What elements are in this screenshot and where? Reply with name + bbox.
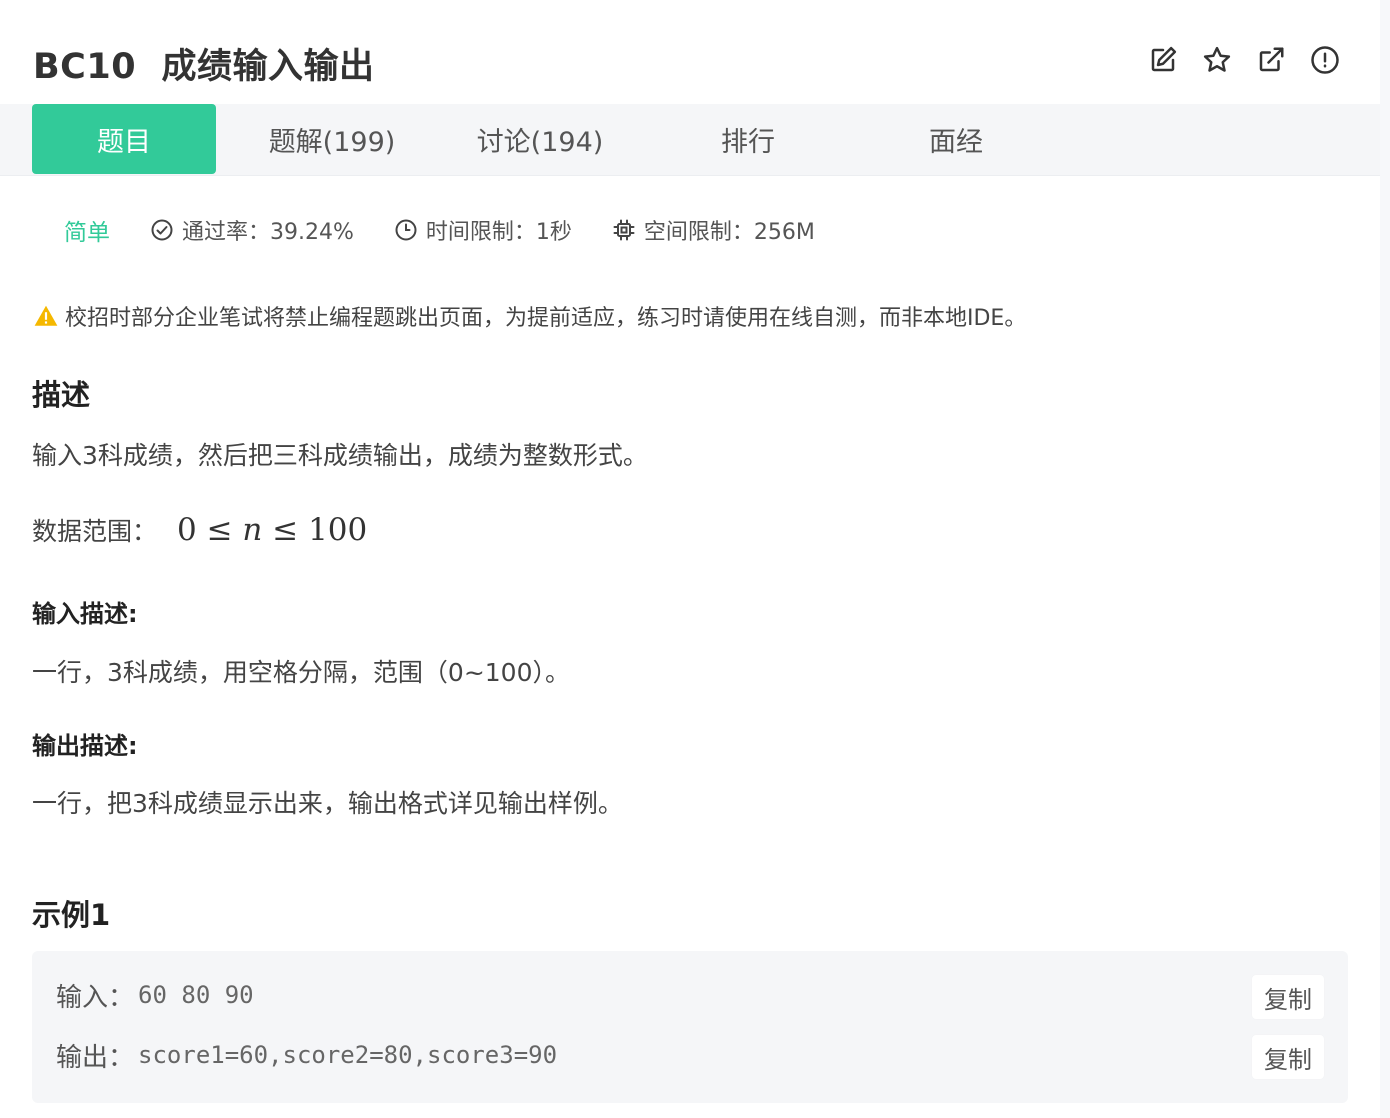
problem-header: BC10 成绩输入输出 [0, 0, 1380, 104]
problem-meta: 简单 通过率：39.24% 时间限制：1秒 空间限制：256M [64, 210, 855, 250]
output-desc-heading: 输出描述: [32, 732, 138, 760]
space-limit: 空间限制：256M [612, 214, 815, 246]
input-desc-text: 一行，3科成绩，用空格分隔，范围（0~100）。 [32, 658, 570, 687]
copy-input-button[interactable]: 复制 [1252, 975, 1324, 1019]
input-desc-heading: 输入描述: [32, 600, 138, 628]
report-icon[interactable] [1310, 42, 1340, 78]
description-text: 输入3科成绩，然后把三科成绩输出，成绩为整数形式。 [32, 441, 648, 470]
star-icon[interactable] [1202, 42, 1232, 78]
notice-text: 校招时部分企业笔试将禁止编程题跳出页面，为提前适应，练习时请使用在线自测，而非本… [65, 306, 1027, 331]
output-desc-text: 一行，把3科成绩显示出来，输出格式详见输出样例。 [32, 789, 623, 818]
example-input-value[interactable]: 60 80 90 [138, 981, 254, 1009]
time-limit-text: 时间限制：1秒 [425, 220, 572, 245]
tab-problem[interactable]: 题目 [32, 104, 216, 174]
notice-banner: 校招时部分企业笔试将禁止编程题跳出页面，为提前适应，练习时请使用在线自测，而非本… [33, 300, 1026, 332]
example-heading: 示例1 [32, 898, 111, 932]
data-range-formula: 0 ≤ n ≤ 100 [177, 512, 367, 548]
formula-right: ≤ 100 [262, 512, 368, 548]
example-input-row: 输入： 60 80 90 [56, 973, 254, 1017]
warning-icon [34, 305, 58, 326]
tab-bar: 题目 题解(199) 讨论(194) 排行 面经 [0, 104, 1380, 176]
chip-icon [613, 219, 635, 241]
header-actions [1148, 42, 1340, 78]
difficulty-badge: 简单 [64, 220, 110, 246]
time-limit: 时间限制：1秒 [394, 214, 572, 246]
example-output-row: 输出： score1=60,score2=80,score3=90 [56, 1033, 557, 1077]
tab-solutions[interactable]: 题解(199) [240, 104, 424, 174]
example-output-label: 输出： [56, 1042, 135, 1073]
example-box: 输入： 60 80 90 复制 输出： score1=60,score2=80,… [32, 951, 1348, 1103]
pass-rate: 通过率：39.24% [150, 214, 354, 246]
clock-icon [395, 219, 417, 241]
tab-ranking[interactable]: 排行 [656, 104, 840, 174]
data-range: 数据范围： 0 ≤ n ≤ 100 [32, 512, 367, 548]
description-heading: 描述 [32, 378, 91, 412]
pass-rate-text: 通过率：39.24% [182, 220, 354, 245]
problem-title: BC10 成绩输入输出 [33, 47, 375, 87]
copy-output-button[interactable]: 复制 [1252, 1035, 1324, 1079]
share-icon[interactable] [1256, 42, 1286, 78]
example-input-label: 输入： [56, 982, 135, 1013]
check-circle-icon [151, 219, 173, 241]
tab-discussion[interactable]: 讨论(194) [448, 104, 632, 174]
formula-left: 0 ≤ [177, 512, 243, 548]
space-limit-text: 空间限制：256M [643, 220, 815, 245]
formula-var: n [242, 512, 263, 548]
data-range-label: 数据范围： [32, 517, 158, 546]
edit-icon[interactable] [1148, 42, 1178, 78]
tab-interview[interactable]: 面经 [864, 104, 1048, 174]
problem-card: BC10 成绩输入输出 题目 题解(199) 讨论(194) 排行 面经 简单 … [0, 0, 1380, 1118]
example-output-value[interactable]: score1=60,score2=80,score3=90 [138, 1041, 557, 1069]
